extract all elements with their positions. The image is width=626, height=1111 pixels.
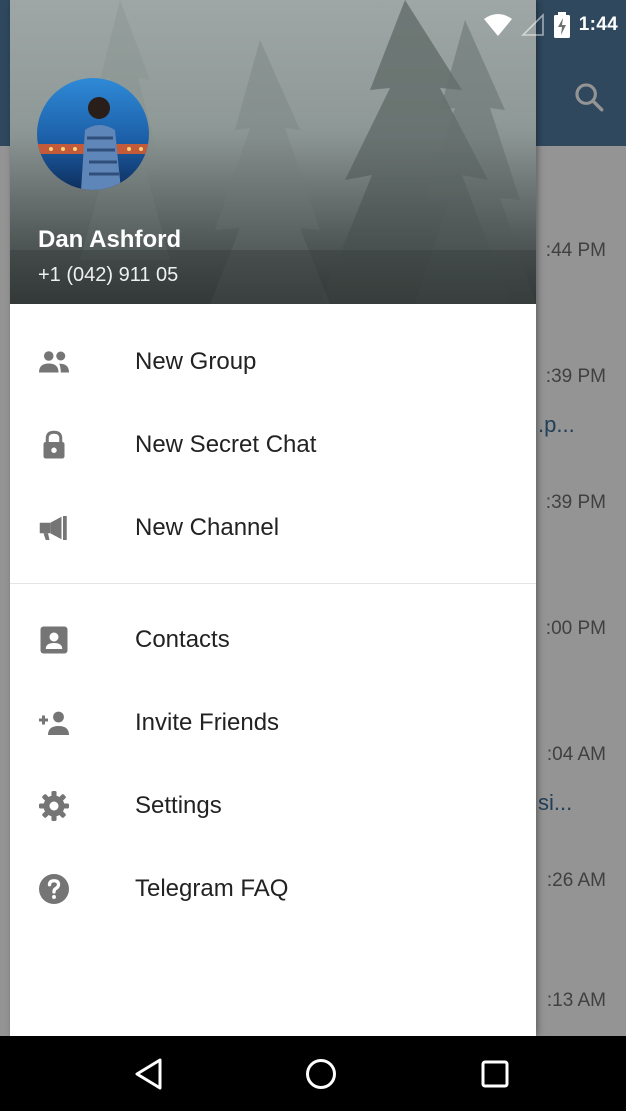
avatar[interactable]: [37, 78, 149, 190]
menu-item-new-group[interactable]: New Group: [10, 321, 536, 403]
status-bar: 1:44: [0, 0, 626, 50]
home-circle-icon: [306, 1059, 336, 1089]
battery-charging-icon: [553, 12, 570, 38]
contacts-icon: [36, 622, 72, 658]
menu-label: Invite Friends: [135, 709, 280, 736]
lock-icon: [36, 427, 72, 463]
menu-label: Settings: [135, 792, 222, 819]
wifi-icon: [483, 14, 512, 36]
gear-icon: [36, 788, 72, 824]
group-icon: [36, 344, 72, 380]
user-phone: +1 (042) 911 05: [38, 264, 179, 286]
user-name: Dan Ashford: [38, 226, 182, 253]
navigation-drawer: Dan Ashford +1 (042) 911 05 New Group Ne…: [10, 0, 536, 1036]
menu-label: Contacts: [135, 626, 230, 653]
status-time: 1:44: [578, 14, 618, 35]
cell-signal-icon: [520, 13, 544, 36]
menu-label: New Channel: [135, 514, 280, 541]
system-navigation-bar: [0, 1036, 626, 1111]
screen: :44 PM :39 PM .p... :39 PM :00 PM :04 AM…: [0, 0, 626, 1111]
back-triangle-icon: [135, 1058, 162, 1090]
back-button[interactable]: [129, 1054, 169, 1094]
help-icon: [36, 871, 72, 907]
menu-item-new-channel[interactable]: New Channel: [10, 487, 536, 569]
menu-item-settings[interactable]: Settings: [10, 765, 536, 847]
recents-square-icon: [481, 1060, 509, 1088]
menu-label: New Secret Chat: [135, 431, 317, 458]
menu-item-new-secret-chat[interactable]: New Secret Chat: [10, 404, 536, 486]
home-button[interactable]: [301, 1054, 341, 1094]
add-person-icon: [36, 705, 72, 741]
menu-item-invite-friends[interactable]: Invite Friends: [10, 682, 536, 764]
menu-divider: [10, 583, 536, 584]
menu-label: New Group: [135, 348, 257, 375]
menu-item-telegram-faq[interactable]: Telegram FAQ: [10, 848, 536, 930]
menu-item-contacts[interactable]: Contacts: [10, 599, 536, 681]
megaphone-icon: [36, 510, 72, 546]
menu-label: Telegram FAQ: [135, 875, 289, 902]
recents-button[interactable]: [475, 1054, 515, 1094]
